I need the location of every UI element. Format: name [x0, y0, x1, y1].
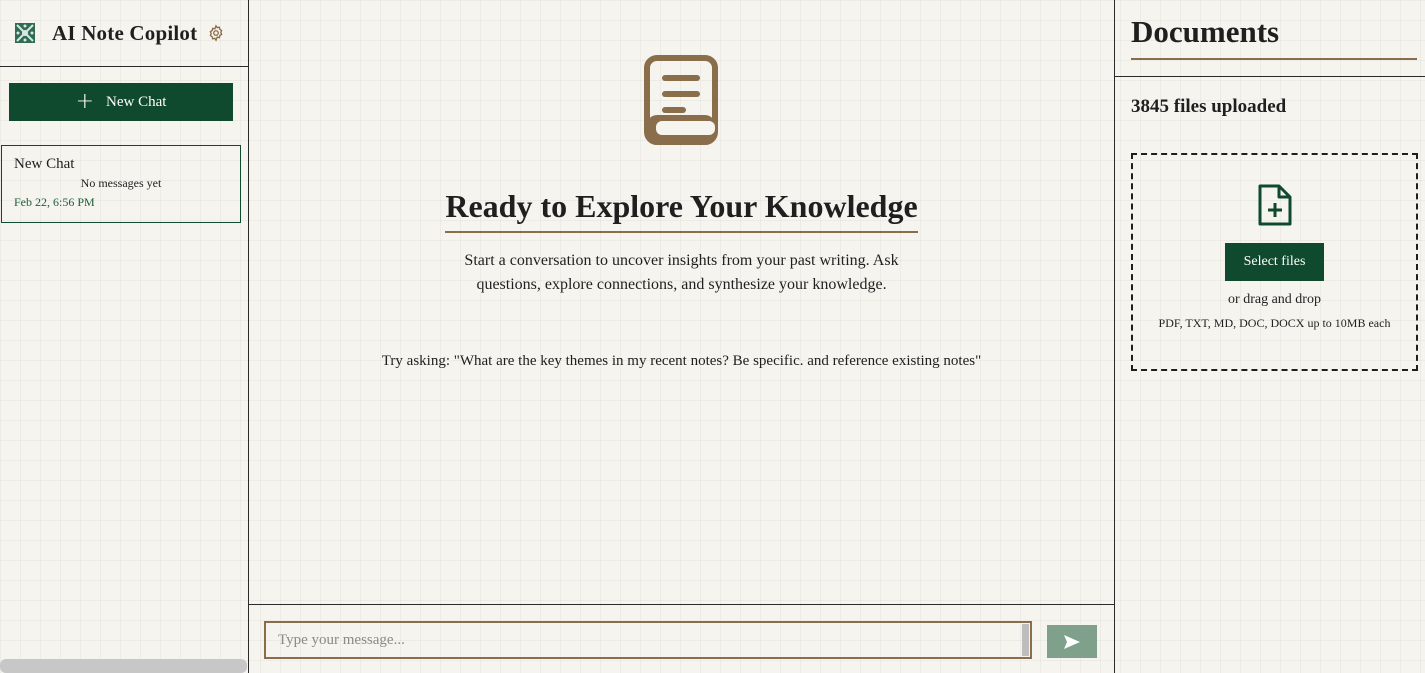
- documents-panel: Documents 3845 files uploaded Select fil…: [1114, 0, 1425, 673]
- new-chat-label: New Chat: [106, 93, 167, 110]
- new-chat-button[interactable]: + New Chat: [9, 83, 233, 121]
- empty-state-subtitle: Start a conversation to uncover insights…: [464, 252, 899, 293]
- files-uploaded-count: 3845 files uploaded: [1131, 96, 1287, 117]
- send-button[interactable]: [1047, 625, 1097, 658]
- file-plus-icon: [1258, 184, 1292, 226]
- drag-drop-text: or drag and drop: [1228, 292, 1321, 307]
- message-input[interactable]: [264, 621, 1032, 659]
- sidebar-header: AI Note Copilot: [0, 0, 248, 67]
- select-files-button[interactable]: Select files: [1225, 243, 1324, 281]
- message-composer: [249, 604, 1114, 673]
- file-dropzone[interactable]: Select files or drag and drop PDF, TXT, …: [1131, 153, 1418, 371]
- plus-icon: +: [75, 89, 95, 114]
- file-types-hint: PDF, TXT, MD, DOC, DOCX up to 10MB each: [1158, 316, 1391, 330]
- empty-state-title: Ready to Explore Your Knowledge: [249, 188, 1114, 233]
- sidebar-scrollbar[interactable]: [0, 659, 247, 673]
- sidebar: AI Note Copilot + New Chat New Chat No m…: [0, 0, 249, 673]
- chat-list-item[interactable]: New Chat No messages yet Feb 22, 6:56 PM: [1, 145, 241, 223]
- chat-main: Ready to Explore Your Knowledge Start a …: [249, 0, 1114, 673]
- input-scrollbar[interactable]: [1022, 624, 1029, 656]
- gear-icon[interactable]: [207, 24, 225, 42]
- app-title: AI Note Copilot: [52, 20, 198, 45]
- logo-icon: [15, 23, 35, 43]
- book-icon: [644, 55, 718, 145]
- documents-title: Documents: [1131, 14, 1417, 60]
- chat-item-preview: No messages yet: [80, 176, 162, 190]
- send-icon: [1064, 634, 1080, 649]
- documents-header: Documents: [1115, 0, 1425, 77]
- chat-item-date: Feb 22, 6:56 PM: [14, 195, 95, 209]
- chat-item-title: New Chat: [14, 156, 75, 172]
- try-asking-hint: Try asking: "What are the key themes in …: [381, 353, 982, 369]
